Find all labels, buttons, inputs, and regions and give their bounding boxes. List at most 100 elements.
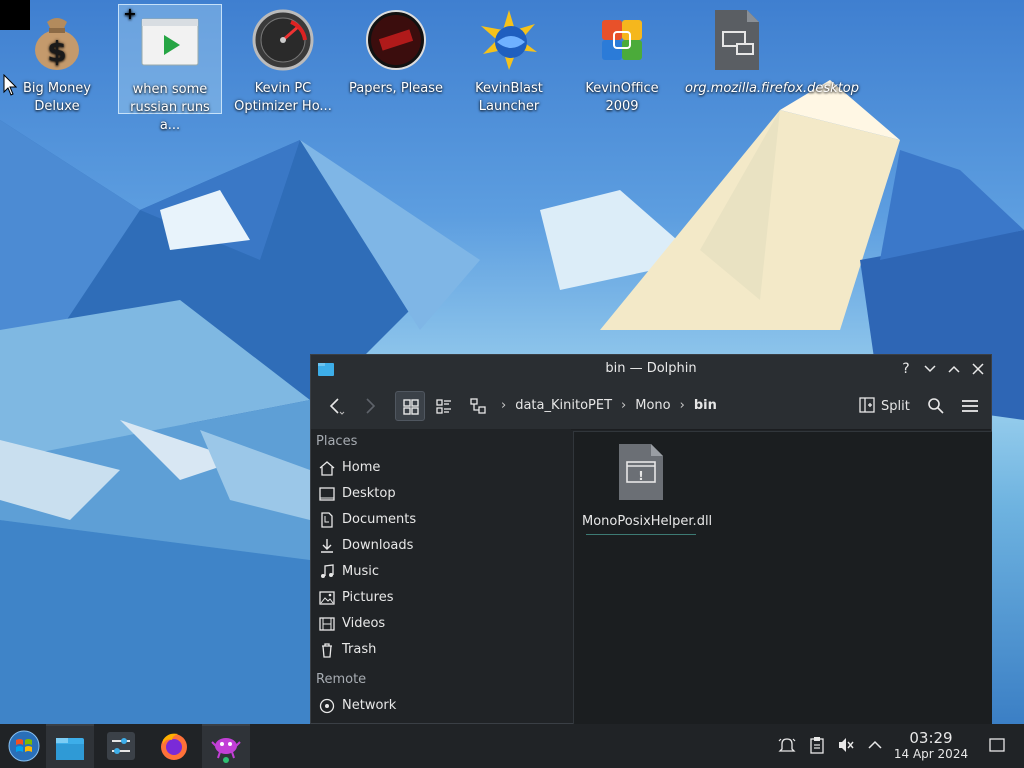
search-button[interactable] [921,391,951,421]
places-item-trash[interactable]: Trash [311,637,571,663]
desktop-icon-label: when some russian runs a... [130,82,210,133]
bell-icon [778,738,796,752]
task-kinito-pet[interactable] [202,724,250,768]
places-item-pictures[interactable]: Pictures [311,585,571,611]
help-button[interactable]: ? [896,359,916,379]
dll-file-icon: ! [619,444,663,500]
firefox-icon [161,733,187,760]
breadcrumb-item[interactable]: data_KinitoPET [515,398,612,413]
chevron-right-icon: › [621,398,627,413]
places-item-documents[interactable]: Documents [311,507,571,533]
places-item-label: Home [342,460,381,475]
tray-expand-button[interactable] [866,736,884,758]
dolphin-window: bin — Dolphin ? › data_KinitoPET › Mono › bin [310,354,992,724]
chevron-up-icon [868,740,882,749]
maximize-button[interactable] [944,359,964,379]
desktop-icon-label: Kevin PC Optimizer Ho... [234,81,332,114]
tree-view-icon [470,398,486,414]
breadcrumb-item[interactable]: Mono [635,398,670,413]
digital-clock[interactable]: 03:29 14 Apr 2024 [892,730,970,762]
show-desktop-icon [989,738,1005,752]
desktop-icon-big-money[interactable]: $ Big Money Deluxe [5,4,109,114]
split-button[interactable]: Split [859,397,910,414]
places-item-label: Downloads [342,538,414,553]
plus-icon[interactable]: + [123,6,137,22]
places-item-desktop[interactable]: Desktop [311,481,571,507]
forward-button[interactable] [355,391,385,421]
chevron-right-icon: › [679,398,685,413]
icons-view-button[interactable] [395,391,425,421]
volume-tray-icon[interactable] [837,736,855,758]
desktop-icon-kevinblast[interactable]: KevinBlast Launcher [457,4,561,114]
desktop-icon-kevinoffice[interactable]: KevinOffice 2009 [570,4,674,114]
kinito-pet-icon [211,738,241,763]
places-item-videos[interactable]: Videos [311,611,571,637]
desktop-icon-video[interactable]: + when some russian runs a... [118,4,222,133]
show-desktop-button[interactable] [988,736,1006,758]
clipboard-tray-icon[interactable] [808,736,826,758]
notifications-tray-icon[interactable] [778,736,796,758]
tree-view-button[interactable] [463,391,493,421]
places-item-network[interactable]: Network [311,693,571,719]
places-item-label: Network [342,698,397,713]
places-panel: Places Home Desktop Documents Downloads … [311,429,571,723]
arrow-left-icon [329,398,345,415]
svg-text:!: ! [638,469,643,483]
details-view-button[interactable] [429,391,459,421]
desktop-icon-firefox-desktop-file[interactable]: org.mozilla.firefox.desktop [683,4,860,114]
desktop-icon-label: org.mozilla.firefox.desktop [685,81,860,96]
task-firefox[interactable] [150,724,198,768]
desktop-icon-pc-optimizer[interactable]: Kevin PC Optimizer Ho... [231,4,335,114]
picture-icon [319,591,335,605]
globe-star-icon [477,8,541,72]
places-item-downloads[interactable]: Downloads [311,533,571,559]
search-icon [928,398,944,414]
home-icon [319,461,335,476]
music-note-icon [321,564,334,578]
desktop-file-icon [703,8,767,72]
window-titlebar[interactable]: bin — Dolphin ? [311,355,991,383]
file-name: MonoPosixHelper.dll [582,514,713,529]
window-title: bin — Dolphin [605,361,697,376]
clock-time: 03:29 [909,729,953,747]
settings-sliders-icon [107,732,135,760]
task-system-settings[interactable] [97,724,145,768]
desktop-icon-papers-please[interactable]: Papers, Please [344,4,448,114]
desktop-icon [319,487,335,501]
grid-view-icon [403,399,419,415]
places-header: Places [316,434,358,449]
breadcrumb-current[interactable]: bin [694,398,717,413]
trash-icon [322,643,332,658]
places-item-label: Music [342,564,379,579]
video-player-icon [138,9,202,73]
chevron-up-icon [948,365,960,373]
papers-please-icon [364,8,428,72]
taskbar: 03:29 14 Apr 2024 [0,724,1024,768]
network-icon [319,698,335,714]
places-item-music[interactable]: Music [311,559,571,585]
close-button[interactable] [968,359,988,379]
folder-icon [56,738,84,760]
places-item-home[interactable]: Home [311,455,571,481]
minimize-button[interactable] [920,359,940,379]
desktop-icon-label: Papers, Please [348,81,444,96]
file-item[interactable]: ! MonoPosixHelper.dll [582,440,713,535]
back-button[interactable] [321,391,351,421]
clock-date: 14 Apr 2024 [893,747,969,761]
toolbar: › data_KinitoPET › Mono › bin Split [311,383,991,430]
places-item-label: Videos [342,616,386,631]
office-logo-icon [590,8,654,72]
task-dolphin[interactable] [46,724,94,768]
chevron-right-icon: › [501,398,507,413]
menu-button[interactable] [955,391,985,421]
hamburger-menu-icon [962,400,978,412]
speedometer-icon [251,8,315,72]
arrow-right-icon [366,398,376,414]
desktop-icon-label: KevinBlast Launcher [475,81,543,114]
remote-header: Remote [316,672,367,687]
svg-text:$: $ [47,35,66,68]
places-item-label: Trash [342,642,377,657]
application-launcher-button[interactable] [0,724,48,768]
file-view[interactable]: ! MonoPosixHelper.dll [573,431,992,724]
split-label: Split [881,399,910,414]
